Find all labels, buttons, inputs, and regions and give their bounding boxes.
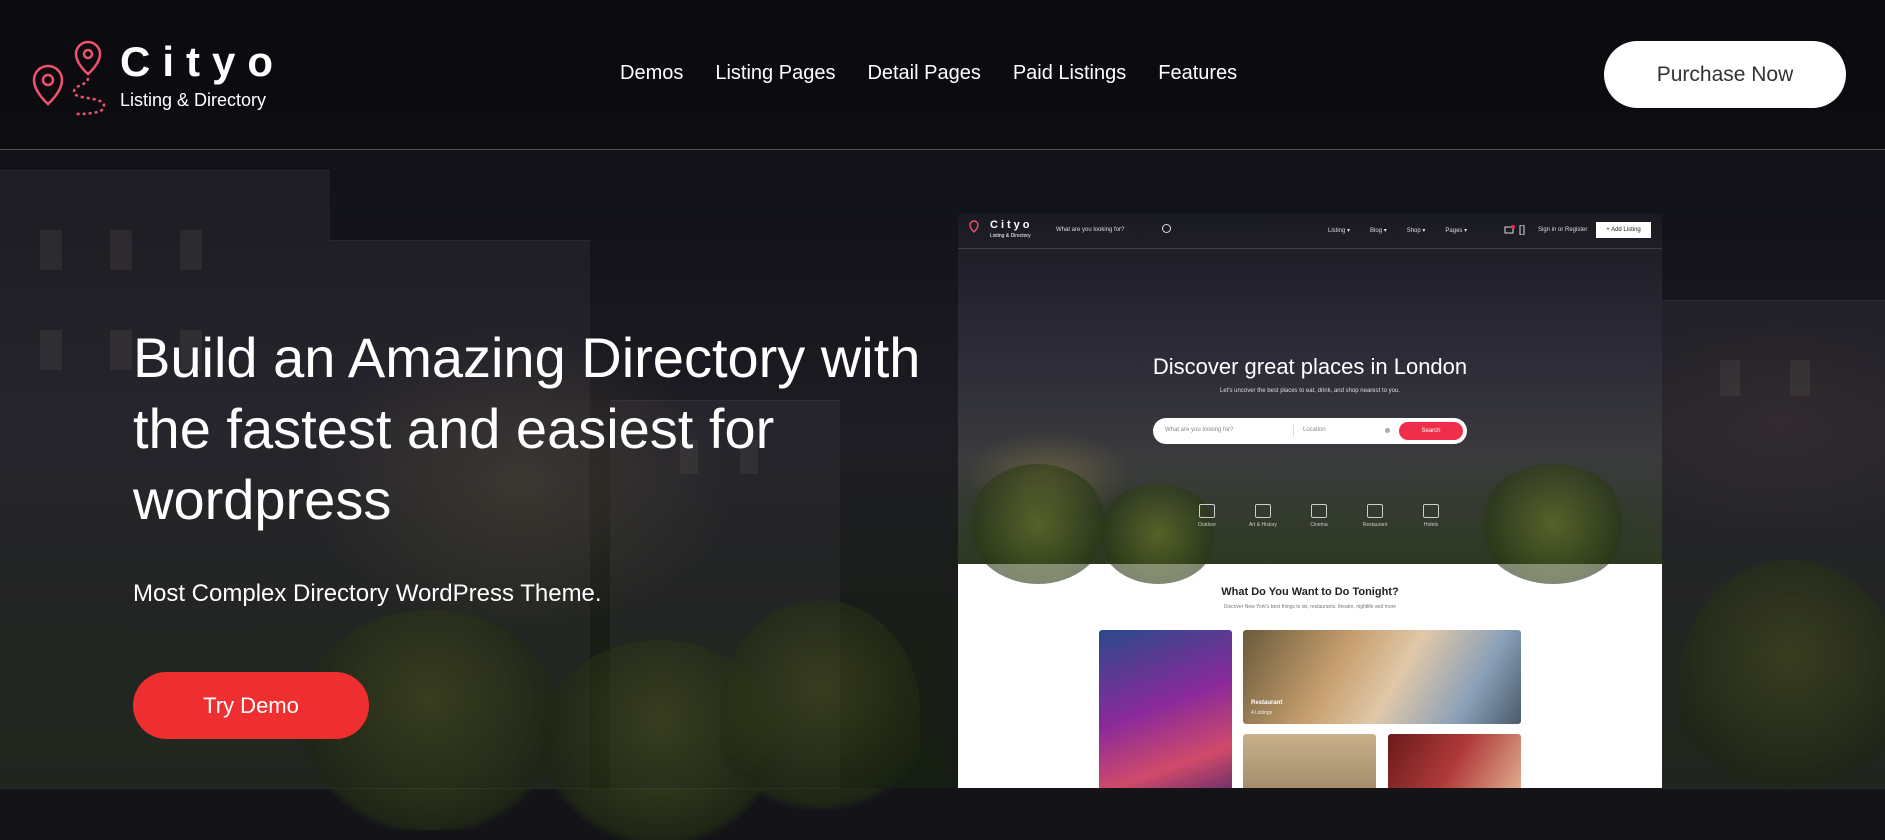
preview-brand-name: Cityo bbox=[990, 219, 1033, 231]
preview-card-cinema bbox=[1388, 734, 1521, 788]
preview-logo-icon bbox=[969, 220, 979, 233]
preview-menu-item: Shop ▾ bbox=[1406, 228, 1426, 234]
preview-category: Art & History bbox=[1246, 504, 1280, 528]
preview-navbar: Cityo Listing & Directory What are you l… bbox=[958, 214, 1662, 249]
restaurant-icon bbox=[1367, 504, 1383, 518]
preview-bar-location: Location bbox=[1303, 427, 1326, 433]
preview-card-history bbox=[1243, 734, 1376, 788]
hotel-icon bbox=[1423, 504, 1439, 518]
nav-item-features[interactable]: Features bbox=[1158, 62, 1237, 85]
preview-categories: Outdoor Art & History Cinema Restaurant … bbox=[1190, 504, 1448, 528]
preview-bar-divider bbox=[1293, 425, 1294, 437]
purchase-now-button[interactable]: Purchase Now bbox=[1604, 41, 1846, 108]
preview-hero: Cityo Listing & Directory What are you l… bbox=[958, 214, 1662, 584]
preview-search-button: Search bbox=[1399, 422, 1463, 440]
try-demo-button[interactable]: Try Demo bbox=[133, 672, 369, 739]
nav-item-detail-pages[interactable]: Detail Pages bbox=[867, 62, 980, 85]
preview-cart-phone-icon bbox=[1504, 225, 1525, 235]
preview-search-placeholder: What are you looking for? bbox=[1056, 227, 1125, 233]
nav-item-paid-listings[interactable]: Paid Listings bbox=[1013, 62, 1126, 85]
preview-section-subtitle: Discover New York's best things to do, r… bbox=[1223, 604, 1397, 610]
preview-subheading: Let's uncover the best places to eat, dr… bbox=[1220, 388, 1400, 394]
preview-category: Outdoor bbox=[1190, 504, 1224, 528]
preview-category: Restaurant bbox=[1358, 504, 1392, 528]
preview-sign-in: Sign in or Register bbox=[1538, 227, 1588, 233]
preview-category: Cinema bbox=[1302, 504, 1336, 528]
preview-card-label: Restaurant bbox=[1251, 700, 1283, 706]
map-route-icon bbox=[32, 40, 106, 116]
preview-location-icon bbox=[1385, 428, 1390, 433]
preview-menu-item: Blog ▾ bbox=[1370, 228, 1387, 234]
cinema-icon bbox=[1311, 504, 1327, 518]
preview-brand-tagline: Listing & Directory bbox=[990, 233, 1031, 239]
preview-menu-item: Listing ▾ bbox=[1328, 228, 1351, 234]
brand-name: Cityo bbox=[120, 38, 285, 85]
preview-menu: Listing ▾ Blog ▾ Shop ▾ Pages ▾ bbox=[1328, 227, 1467, 234]
theme-preview-screenshot: Cityo Listing & Directory What are you l… bbox=[958, 214, 1662, 788]
brand-tagline: Listing & Directory bbox=[120, 90, 267, 110]
preview-heading: Discover great places in London bbox=[1152, 354, 1468, 379]
tent-icon bbox=[1199, 504, 1215, 518]
brand-logo[interactable]: Cityo Listing & Directory bbox=[28, 38, 288, 118]
museum-icon bbox=[1255, 504, 1271, 518]
preview-category: Hotels bbox=[1414, 504, 1448, 528]
preview-menu-item: Pages ▾ bbox=[1445, 228, 1468, 234]
preview-search-icon bbox=[1162, 224, 1171, 233]
main-nav: Demos Listing Pages Detail Pages Paid Li… bbox=[620, 62, 1237, 85]
preview-add-listing: + Add Listing bbox=[1596, 222, 1651, 238]
nav-item-listing-pages[interactable]: Listing Pages bbox=[715, 62, 835, 85]
nav-item-demos[interactable]: Demos bbox=[620, 62, 683, 85]
hero-subtitle: Most Complex Directory WordPress Theme. bbox=[133, 580, 602, 607]
preview-bar-query: What are you looking for? bbox=[1165, 427, 1234, 433]
preview-card-count: 4 Listings bbox=[1251, 710, 1273, 716]
site-header: Cityo Listing & Directory Demos Listing … bbox=[0, 0, 1885, 150]
preview-section-title: What Do You Want to Do Tonight? bbox=[1221, 586, 1399, 598]
preview-card-nightlife bbox=[1099, 630, 1232, 788]
hero-title: Build an Amazing Directory with the fast… bbox=[133, 326, 921, 531]
preview-card-restaurant: Restaurant 4 Listings bbox=[1243, 630, 1521, 724]
preview-search-bar: What are you looking for? Location Searc… bbox=[1153, 418, 1467, 444]
